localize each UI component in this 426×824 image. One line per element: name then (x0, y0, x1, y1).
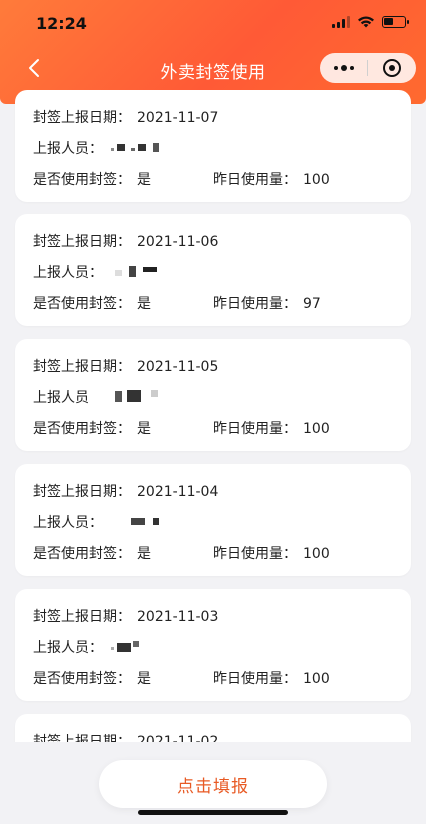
report-date-label: 封签上报日期： (33, 359, 131, 375)
usage-label: 昨日使用量： (213, 296, 297, 312)
report-date-value: 2021-11-02 (137, 734, 219, 742)
usage-label: 昨日使用量： (213, 172, 297, 188)
report-date-label: 封签上报日期： (33, 609, 131, 625)
record-list[interactable]: 封签上报日期： 2021-11-07 上报人员： 是否使用封签： 是 昨日使用量： 1… (0, 90, 426, 742)
report-date-value: 2021-11-05 (137, 359, 219, 375)
record-card[interactable]: 封签上报日期： 2021-11-04 上报人员： 是否使用封签： 是 昨日使用量： 1… (15, 464, 411, 576)
report-date-label: 封签上报日期： (33, 734, 131, 742)
battery-icon (382, 16, 409, 28)
used-seal-value: 是 (137, 546, 151, 562)
reporter-row: 上报人员 (33, 387, 89, 407)
record-card[interactable]: 封签上报日期： 2021-11-06 上报人员： 是否使用封签： 是 昨日使用量： 9… (15, 214, 411, 326)
report-date-label: 封签上报日期： (33, 234, 131, 250)
report-date-row: 封签上报日期： 2021-11-05 (33, 356, 218, 376)
home-indicator (138, 810, 288, 815)
usage-value: 100 (303, 421, 330, 437)
status-time: 12:24 (36, 14, 87, 33)
used-seal-label: 是否使用封签： (33, 546, 131, 562)
reporter-row: 上报人员： (33, 138, 103, 158)
used-seal-value: 是 (137, 671, 151, 687)
close-mini-program-button[interactable] (368, 53, 415, 83)
usage-value: 100 (303, 546, 330, 562)
nav-bar: 外卖封签使用 (0, 50, 426, 86)
used-seal-label: 是否使用封签： (33, 671, 131, 687)
screen: 12:24 外卖封签使用 封签上报日期： 2021-11-07 上报人员： 是否… (0, 0, 426, 824)
usage-value: 97 (303, 296, 321, 312)
report-date-label: 封签上报日期： (33, 110, 131, 126)
used-seal-row: 是否使用封签： 是 (33, 169, 151, 189)
used-seal-label: 是否使用封签： (33, 172, 131, 188)
used-seal-row: 是否使用封签： 是 (33, 293, 151, 313)
report-date-value: 2021-11-04 (137, 484, 219, 500)
cellular-signal-icon (332, 16, 350, 28)
usage-label: 昨日使用量： (213, 546, 297, 562)
report-date-row: 封签上报日期： 2021-11-07 (33, 107, 218, 127)
report-date-row: 封签上报日期： 2021-11-04 (33, 481, 218, 501)
usage-value: 100 (303, 172, 330, 188)
report-date-row: 封签上报日期： 2021-11-03 (33, 606, 218, 626)
reporter-label: 上报人员： (33, 265, 103, 281)
target-circle-icon (382, 59, 401, 77)
used-seal-value: 是 (137, 421, 151, 437)
usage-label: 昨日使用量： (213, 421, 297, 437)
reporter-row: 上报人员： (33, 512, 103, 532)
report-date-value: 2021-11-07 (137, 110, 219, 126)
reporter-label: 上报人员： (33, 640, 103, 656)
reporter-label: 上报人员 (33, 390, 89, 406)
usage-row: 昨日使用量： 100 (213, 668, 330, 688)
usage-label: 昨日使用量： (213, 671, 297, 687)
more-dots-icon (333, 65, 354, 71)
record-card[interactable]: 封签上报日期： 2021-11-03 上报人员： 是否使用封签： 是 昨日使用量： 1… (15, 589, 411, 701)
report-date-row: 封签上报日期： 2021-11-02 (33, 731, 218, 742)
usage-row: 昨日使用量： 100 (213, 418, 330, 438)
report-date-label: 封签上报日期： (33, 484, 131, 500)
status-bar: 12:24 (0, 0, 426, 44)
usage-value: 100 (303, 671, 330, 687)
report-button[interactable]: 点击填报 (99, 760, 327, 808)
used-seal-value: 是 (137, 296, 151, 312)
used-seal-label: 是否使用封签： (33, 421, 131, 437)
record-card[interactable]: 封签上报日期： 2021-11-02 (15, 714, 411, 742)
wifi-icon (358, 16, 374, 28)
status-icons (332, 16, 409, 28)
usage-row: 昨日使用量： 100 (213, 543, 330, 563)
record-card[interactable]: 封签上报日期： 2021-11-07 上报人员： 是否使用封签： 是 昨日使用量： 1… (15, 90, 411, 202)
reporter-label: 上报人员： (33, 141, 103, 157)
used-seal-row: 是否使用封签： 是 (33, 418, 151, 438)
reporter-label: 上报人员： (33, 515, 103, 531)
record-card[interactable]: 封签上报日期： 2021-11-05 上报人员 是否使用封签： 是 昨日使用量： 10… (15, 339, 411, 451)
more-button[interactable] (320, 53, 367, 83)
report-date-row: 封签上报日期： 2021-11-06 (33, 231, 218, 251)
used-seal-row: 是否使用封签： 是 (33, 668, 151, 688)
usage-row: 昨日使用量： 100 (213, 169, 330, 189)
reporter-row: 上报人员： (33, 262, 103, 282)
used-seal-label: 是否使用封签： (33, 296, 131, 312)
used-seal-value: 是 (137, 172, 151, 188)
report-date-value: 2021-11-06 (137, 234, 219, 250)
used-seal-row: 是否使用封签： 是 (33, 543, 151, 563)
usage-row: 昨日使用量： 97 (213, 293, 321, 313)
report-date-value: 2021-11-03 (137, 609, 219, 625)
reporter-row: 上报人员： (33, 637, 103, 657)
mini-program-capsule (320, 53, 416, 83)
